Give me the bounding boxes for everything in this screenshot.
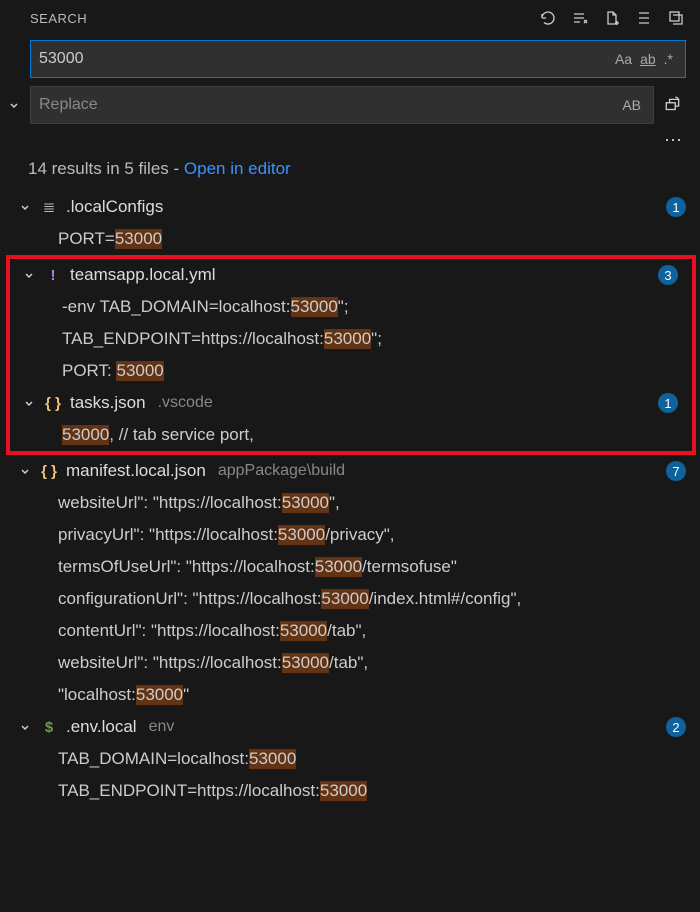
file-row[interactable]: ≣ .localConfigs 1 xyxy=(0,191,700,223)
match-count-badge: 1 xyxy=(658,393,678,413)
replace-input-wrap[interactable]: AB xyxy=(30,86,654,124)
file-type-icon: { } xyxy=(40,463,58,480)
refresh-icon[interactable] xyxy=(538,8,558,28)
match-row[interactable]: 53000, // tab service port, xyxy=(10,419,692,451)
file-name: manifest.local.json xyxy=(66,461,206,481)
match-row[interactable]: -env TAB_DOMAIN=localhost:53000"; xyxy=(10,291,692,323)
match-count-badge: 2 xyxy=(666,717,686,737)
match-row[interactable]: TAB_ENDPOINT=https://localhost:53000"; xyxy=(10,323,692,355)
panel-title: SEARCH xyxy=(30,11,538,26)
file-row[interactable]: ! teamsapp.local.yml 3 xyxy=(10,259,692,291)
collapse-all-icon[interactable] xyxy=(666,8,686,28)
match-row[interactable]: TAB_ENDPOINT=https://localhost:53000 xyxy=(0,775,700,807)
more-options[interactable]: ⋯ xyxy=(0,128,700,153)
preserve-case-icon[interactable]: AB xyxy=(618,97,645,113)
file-type-icon: ≣ xyxy=(40,198,58,216)
file-type-icon: $ xyxy=(40,719,58,736)
replace-all-button[interactable] xyxy=(660,96,686,114)
replace-input-row: AB xyxy=(0,82,700,128)
file-path: env xyxy=(149,718,175,736)
match-row[interactable]: websiteUrl": "https://localhost:53000/ta… xyxy=(0,647,700,679)
file-row[interactable]: { } tasks.json .vscode 1 xyxy=(10,387,692,419)
regex-icon[interactable]: .* xyxy=(660,51,677,67)
file-row[interactable]: $ .env.local env 2 xyxy=(0,711,700,743)
results-tree: ≣ .localConfigs 1 PORT=53000! teamsapp.local… xyxy=(0,191,700,807)
match-row[interactable]: PORT: 53000 xyxy=(10,355,692,387)
chevron-down-icon xyxy=(22,396,36,410)
replace-input[interactable] xyxy=(39,96,618,114)
file-type-icon: ! xyxy=(44,267,62,284)
file-name: tasks.json xyxy=(70,393,146,413)
file-path: appPackage\build xyxy=(218,462,345,480)
expand-replace-toggle[interactable] xyxy=(4,98,24,112)
file-type-icon: { } xyxy=(44,395,62,412)
match-count-badge: 1 xyxy=(666,197,686,217)
file-name: teamsapp.local.yml xyxy=(70,265,216,285)
file-name: .localConfigs xyxy=(66,197,163,217)
results-summary: 14 results in 5 files - Open in editor xyxy=(0,153,700,191)
file-path: .vscode xyxy=(158,394,213,412)
search-input-wrap[interactable]: Aa ab .* xyxy=(30,40,686,78)
chevron-down-icon xyxy=(18,720,32,734)
search-input[interactable] xyxy=(39,50,611,68)
match-case-icon[interactable]: Aa xyxy=(611,51,636,67)
match-row[interactable]: PORT=53000 xyxy=(0,223,700,255)
summary-text: 14 results in 5 files - xyxy=(28,159,184,178)
view-as-tree-icon[interactable] xyxy=(634,8,654,28)
match-row[interactable]: websiteUrl": "https://localhost:53000", xyxy=(0,487,700,519)
chevron-down-icon xyxy=(18,200,32,214)
clear-results-icon[interactable] xyxy=(570,8,590,28)
chevron-down-icon xyxy=(22,268,36,282)
panel-header: SEARCH xyxy=(0,0,700,36)
file-row[interactable]: { } manifest.local.json appPackage\build 7 xyxy=(0,455,700,487)
highlight-box: ! teamsapp.local.yml 3 -env TAB_DOMAIN=loca… xyxy=(6,255,696,455)
match-row[interactable]: termsOfUseUrl": "https://localhost:53000… xyxy=(0,551,700,583)
match-row[interactable]: TAB_DOMAIN=localhost:53000 xyxy=(0,743,700,775)
match-row[interactable]: "localhost:53000" xyxy=(0,679,700,711)
match-row[interactable]: contentUrl": "https://localhost:53000/ta… xyxy=(0,615,700,647)
match-count-badge: 3 xyxy=(658,265,678,285)
chevron-down-icon xyxy=(18,464,32,478)
match-row[interactable]: configurationUrl": "https://localhost:53… xyxy=(0,583,700,615)
match-word-icon[interactable]: ab xyxy=(636,51,660,67)
match-count-badge: 7 xyxy=(666,461,686,481)
match-row[interactable]: privacyUrl": "https://localhost:53000/pr… xyxy=(0,519,700,551)
file-name: .env.local xyxy=(66,717,137,737)
header-actions xyxy=(538,8,686,28)
search-input-row: Aa ab .* xyxy=(0,36,700,82)
new-file-icon[interactable] xyxy=(602,8,622,28)
open-in-editor-link[interactable]: Open in editor xyxy=(184,159,291,178)
